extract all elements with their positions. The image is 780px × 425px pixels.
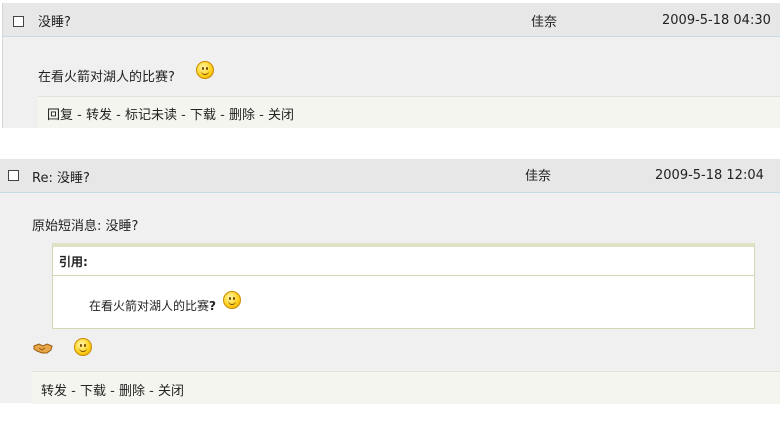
- message-panel-1: 没睡? 佳奈 2009-5-18 04:30 在看火箭对湖人的比赛? 回复 - …: [2, 3, 780, 128]
- smile-icon: [74, 338, 92, 356]
- smile-icon: [196, 61, 214, 79]
- download-link[interactable]: 下载: [80, 384, 106, 399]
- handshake-icon: [33, 340, 53, 356]
- quote-title: 引用:: [59, 255, 88, 269]
- message-subject[interactable]: 没睡?: [38, 11, 71, 30]
- select-checkbox[interactable]: [13, 16, 24, 27]
- message-body: 在看火箭对湖人的比赛?: [38, 70, 175, 85]
- message-actions: 转发 - 下载 - 删除 - 关闭: [32, 371, 780, 404]
- quote-text: 在看火箭对湖人的比赛?: [89, 299, 216, 313]
- quote-header: 引用:: [53, 247, 754, 276]
- select-checkbox[interactable]: [8, 170, 19, 181]
- close-link[interactable]: 关闭: [158, 384, 184, 399]
- message-subject[interactable]: Re: 没睡?: [32, 167, 90, 186]
- delete-link[interactable]: 删除: [229, 108, 255, 123]
- message-date: 2009-5-18 12:04: [655, 168, 764, 183]
- message-header: 没睡? 佳奈 2009-5-18 04:30: [3, 3, 780, 37]
- forward-link[interactable]: 转发: [86, 108, 112, 123]
- forward-link[interactable]: 转发: [41, 384, 67, 399]
- mark-unread-link[interactable]: 标记未读: [125, 108, 177, 123]
- delete-link[interactable]: 删除: [119, 384, 145, 399]
- original-message-label: 原始短消息: 没睡?: [32, 219, 139, 234]
- message-header: Re: 没睡? 佳奈 2009-5-18 12:04: [0, 159, 780, 193]
- message-sender[interactable]: 佳奈: [531, 11, 557, 30]
- download-link[interactable]: 下载: [190, 108, 216, 123]
- message-sender[interactable]: 佳奈: [525, 165, 551, 184]
- message-panel-2: Re: 没睡? 佳奈 2009-5-18 12:04 原始短消息: 没睡? 引用…: [0, 159, 780, 404]
- quote-box: 引用: 在看火箭对湖人的比赛?: [52, 243, 755, 329]
- smile-icon: [223, 291, 241, 309]
- close-link[interactable]: 关闭: [268, 108, 294, 123]
- reply-link[interactable]: 回复: [47, 108, 73, 123]
- message-actions: 回复 - 转发 - 标记未读 - 下载 - 删除 - 关闭: [38, 96, 780, 128]
- message-date: 2009-5-18 04:30: [662, 13, 771, 28]
